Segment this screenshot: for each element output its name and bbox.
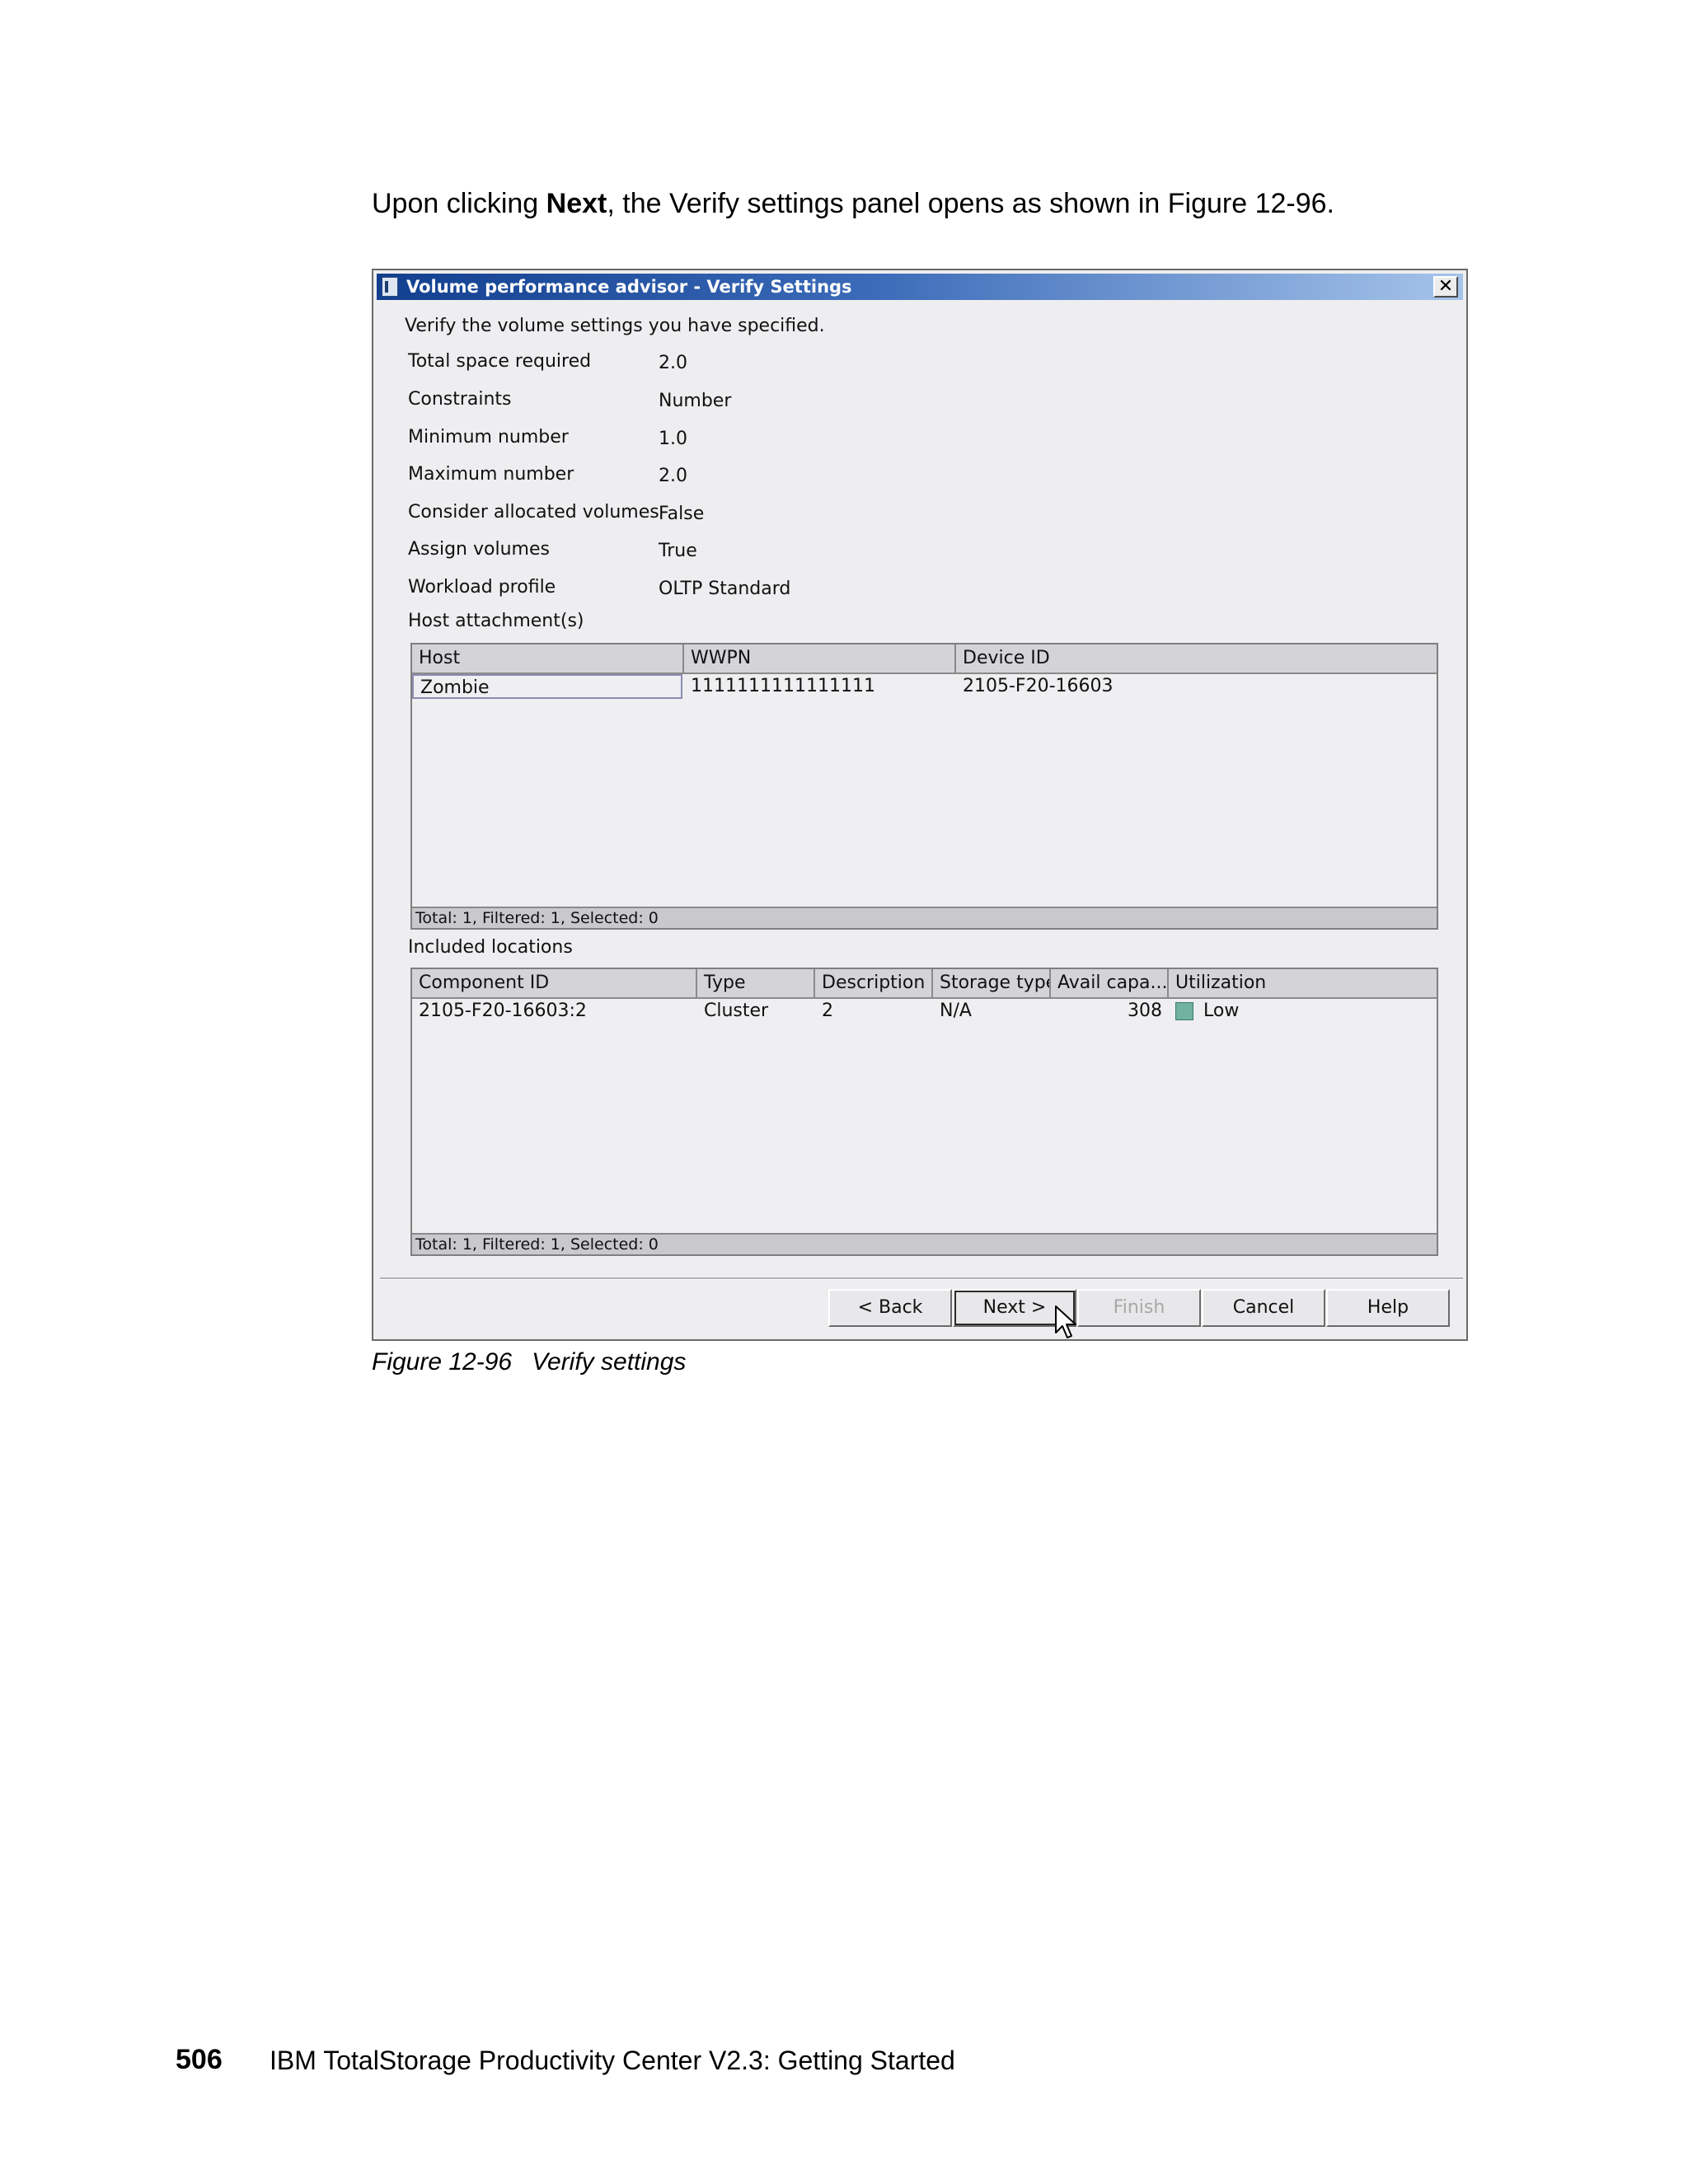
included-locations-heading: Included locations <box>408 937 573 958</box>
column-header-type[interactable]: Type <box>697 969 815 997</box>
figure-title: Verify settings <box>532 1348 687 1376</box>
column-header-component-id[interactable]: Component ID <box>412 969 697 997</box>
finish-button[interactable]: Finish <box>1077 1289 1201 1327</box>
help-button[interactable]: Help <box>1326 1289 1450 1327</box>
column-header-wwpn[interactable]: WWPN <box>684 644 956 673</box>
prop-label-constraints: Constraints <box>408 389 512 410</box>
locations-table-header: Component ID Type Description Storage ty… <box>412 969 1437 999</box>
column-header-host[interactable]: Host <box>412 644 684 673</box>
cell-storage-type: N/A <box>940 1001 972 1021</box>
prop-value-workload-profile: OLTP Standard <box>659 579 791 599</box>
cell-utilization: Low <box>1203 1001 1240 1021</box>
intro-text-before: Upon clicking <box>372 188 546 219</box>
cell-description: 2 <box>822 1001 833 1021</box>
cell-device-id: 2105-F20-16603 <box>963 676 1114 696</box>
host-table-status: Total: 1, Filtered: 1, Selected: 0 <box>412 907 1437 928</box>
dialog-title: Volume performance advisor - Verify Sett… <box>406 277 852 297</box>
column-header-device-id[interactable]: Device ID <box>956 644 1437 673</box>
host-attachments-table[interactable]: Host WWPN Device ID Zombie 1111111111111… <box>410 643 1438 930</box>
prop-label-workload-profile: Workload profile <box>408 577 556 598</box>
cell-avail-capacity: 308 <box>1128 1001 1162 1021</box>
app-window-icon <box>382 277 398 297</box>
figure-caption: Figure 12-96 Verify settings <box>372 1348 686 1376</box>
cell-host[interactable]: Zombie <box>412 674 682 699</box>
intro-text-after: , the Verify settings panel opens as sho… <box>607 188 1334 219</box>
prop-value-maximum-number: 2.0 <box>659 466 687 486</box>
cell-wwpn: 1111111111111111 <box>691 676 875 696</box>
prop-value-consider-allocated: False <box>659 504 705 524</box>
intro-paragraph: Upon clicking Next, the Verify settings … <box>372 185 1526 223</box>
column-header-description[interactable]: Description <box>815 969 933 997</box>
host-attachments-heading: Host attachment(s) <box>408 611 584 631</box>
verify-settings-dialog: Volume performance advisor - Verify Sett… <box>372 269 1468 1341</box>
column-header-avail-capacity[interactable]: Avail capa... <box>1051 969 1169 997</box>
cell-type: Cluster <box>704 1001 769 1021</box>
prop-value-assign-volumes: True <box>659 541 697 561</box>
intro-bold-next: Next <box>546 188 607 219</box>
prop-value-constraints: Number <box>659 391 732 411</box>
mouse-pointer-icon <box>1055 1305 1076 1338</box>
prop-label-maximum-number: Maximum number <box>408 464 574 485</box>
dialog-title-bar[interactable]: Volume performance advisor - Verify Sett… <box>377 274 1463 300</box>
included-locations-table[interactable]: Component ID Type Description Storage ty… <box>410 968 1438 1256</box>
column-header-storage-type[interactable]: Storage type <box>933 969 1051 997</box>
close-icon[interactable]: ✕ <box>1433 276 1458 298</box>
figure-number: Figure 12-96 <box>372 1348 513 1376</box>
prop-label-total-space: Total space required <box>408 351 592 372</box>
host-table-header: Host WWPN Device ID <box>412 644 1437 674</box>
prop-label-consider-allocated: Consider allocated volumes <box>408 502 659 523</box>
prop-value-minimum-number: 1.0 <box>659 429 687 449</box>
column-header-utilization[interactable]: Utilization <box>1169 969 1437 997</box>
book-title: IBM TotalStorage Productivity Center V2.… <box>270 2046 955 2075</box>
back-button[interactable]: < Back <box>828 1289 952 1327</box>
button-bar-separator <box>380 1277 1463 1280</box>
utilization-color-swatch <box>1175 1002 1193 1020</box>
cancel-button[interactable]: Cancel <box>1202 1289 1325 1327</box>
prop-label-assign-volumes: Assign volumes <box>408 539 550 560</box>
prop-label-minimum-number: Minimum number <box>408 427 569 448</box>
page-number: 506 <box>176 2044 223 2075</box>
prop-value-total-space: 2.0 <box>659 353 687 373</box>
locations-table-status: Total: 1, Filtered: 1, Selected: 0 <box>412 1233 1437 1254</box>
instruction-text: Verify the volume settings you have spec… <box>405 316 825 336</box>
cell-component-id: 2105-F20-16603:2 <box>419 1001 587 1021</box>
